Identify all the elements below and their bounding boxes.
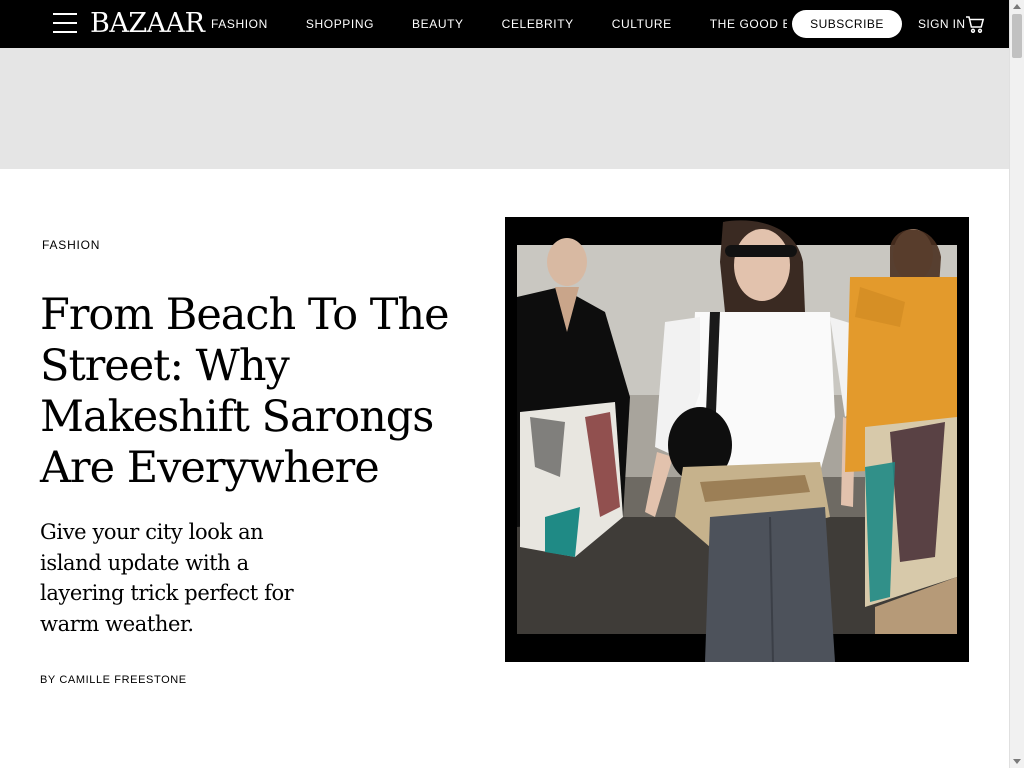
article-dek: Give your city look an island update wit… [40,520,294,636]
ad-placeholder [0,48,1009,169]
sign-in-link[interactable]: SIGN IN [918,17,965,31]
nav-beauty[interactable]: BEAUTY [412,17,464,31]
nav-shopping[interactable]: SHOPPING [306,17,374,31]
article-byline: BY CAMILLE FREESTONE [40,673,187,687]
bazaar-logo[interactable]: BAZAAR [90,9,205,39]
main-nav: FASHION SHOPPING BEAUTY CELEBRITY CULTUR… [211,17,787,31]
byline-prefix: BY [40,674,60,686]
scroll-down-arrow-icon[interactable] [1013,759,1021,764]
subscribe-button[interactable]: SUBSCRIBE [792,10,902,38]
nav-celebrity[interactable]: CELEBRITY [502,17,574,31]
article-title: From Beach To The Street: Why Makeshift … [40,290,450,493]
nav-the-good-buy[interactable]: THE GOOD BUY [710,17,787,31]
scrollbar-thumb[interactable] [1012,14,1022,58]
nav-fashion[interactable]: FASHION [211,17,268,31]
scroll-up-arrow-icon[interactable] [1013,4,1021,9]
article-category[interactable]: FASHION [42,238,100,253]
cart-icon[interactable] [965,14,985,39]
page-scrollbar[interactable] [1009,0,1024,768]
hero-image [505,217,969,662]
author-link[interactable]: CAMILLE FREESTONE [59,674,186,686]
street-style-photo-illustration [505,217,969,662]
nav-culture[interactable]: CULTURE [612,17,672,31]
hamburger-menu-icon[interactable] [53,13,77,33]
top-navigation-bar: BAZAAR FASHION SHOPPING BEAUTY CELEBRITY… [0,0,1009,48]
